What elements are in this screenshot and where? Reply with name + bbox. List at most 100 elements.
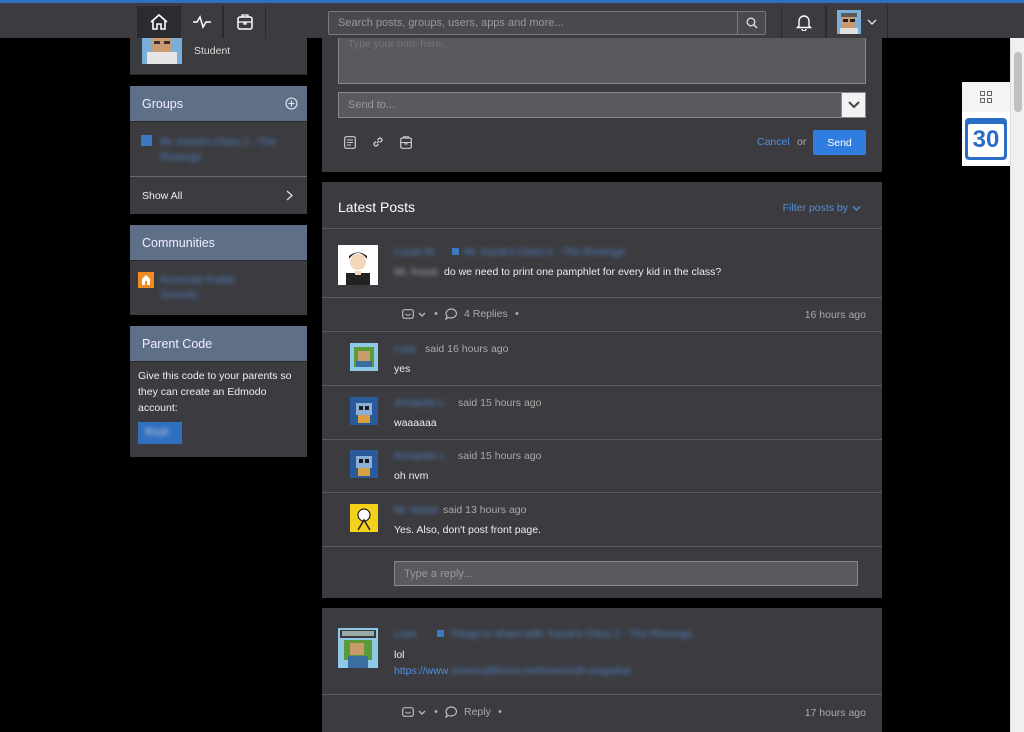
- calendar-date: 30: [972, 126, 1000, 153]
- avatar: [837, 10, 861, 34]
- post-author[interactable]: Liam: [394, 628, 417, 640]
- comment-icon: [445, 308, 458, 320]
- reply-text: Yes. Also, don't post front page.: [394, 524, 541, 536]
- library-icon[interactable]: [400, 136, 412, 149]
- show-all-label: Show All: [142, 190, 183, 202]
- post: Lucas M. Mr. Kazai's Class 2 - The Reven…: [322, 230, 882, 298]
- post-link[interactable]: https://www: [394, 665, 448, 677]
- top-navbar: [0, 0, 1024, 38]
- post-group-link[interactable]: Mr. Kazai's Class 2 - The Revenge: [464, 246, 625, 258]
- post-author[interactable]: Lucas M.: [394, 246, 437, 258]
- parent-code-text: Give this code to your parents so they c…: [138, 370, 292, 414]
- calendar-button[interactable]: 30: [965, 118, 1007, 160]
- latest-posts-panel: Latest Posts Filter posts by Lucas M. Mr…: [322, 182, 882, 732]
- profile-card: Student: [130, 38, 307, 75]
- reply-author[interactable]: Armando L.: [394, 450, 448, 462]
- school-icon: [138, 272, 154, 288]
- communities-title: Communities: [142, 235, 215, 250]
- reply-meta: said 15 hours ago: [458, 397, 542, 409]
- replies-button[interactable]: 4 Replies: [445, 308, 508, 320]
- reply-button[interactable]: Reply: [445, 706, 491, 718]
- filter-posts-dropdown[interactable]: Filter posts by: [783, 202, 861, 214]
- avatar: [338, 628, 378, 668]
- avatar: [350, 450, 378, 478]
- page-scrollbar[interactable]: [1010, 38, 1024, 732]
- reaction-icon[interactable]: [402, 707, 428, 719]
- send-to-input[interactable]: [338, 92, 842, 118]
- post-group-link[interactable]: Things to share with: Kazai's Class 2 - …: [449, 628, 692, 640]
- post-separator: [322, 598, 882, 608]
- note-composer: Cancel or Send: [322, 38, 882, 172]
- reply-meta: said 13 hours ago: [443, 504, 527, 516]
- send-button-label: Send: [827, 136, 852, 149]
- post: Liam Things to share with: Kazai's Class…: [322, 608, 882, 695]
- post-link-rest[interactable]: .minecraftforum.net/minecraft-snapshot: [448, 665, 631, 677]
- avatar: [338, 245, 378, 285]
- home-icon: [149, 13, 168, 30]
- search-icon: [746, 17, 758, 29]
- group-name: Mr. Kazai's Class 2 - The Revenge: [160, 136, 277, 163]
- post-time: 16 hours ago: [804, 309, 866, 321]
- parent-code-value: f8zpk: [145, 427, 169, 438]
- app-launcher-widget: 30: [962, 82, 1010, 166]
- feed-header: Latest Posts Filter posts by: [322, 182, 882, 229]
- separator-dot: •: [498, 706, 502, 718]
- post-time: 17 hours ago: [804, 707, 866, 719]
- reply: Armando L. said 15 hours ago waaaaaa: [322, 387, 882, 440]
- parent-code-panel: Parent Code Give this code to your paren…: [130, 326, 307, 457]
- groups-panel: Groups Mr. Kazai's Class 2 - The Revenge…: [130, 86, 307, 214]
- scrollbar-thumb[interactable]: [1014, 52, 1022, 112]
- avatar: [350, 343, 378, 371]
- post-action-bar: • 4 Replies • 16 hours ago: [322, 298, 882, 332]
- chevron-right-icon: [286, 190, 293, 201]
- reply-meta: said 16 hours ago: [425, 343, 509, 355]
- reply-input[interactable]: [394, 561, 858, 586]
- reply-text: yes: [394, 363, 411, 375]
- post-action-bar: • Reply • 17 hours ago: [322, 696, 882, 730]
- avatar: [350, 504, 378, 532]
- reply-meta: said 15 hours ago: [458, 450, 542, 462]
- send-button[interactable]: Send: [813, 130, 866, 155]
- backpack-button[interactable]: [223, 6, 266, 38]
- reply-text: waaaaaa: [394, 417, 437, 429]
- parent-code-button[interactable]: f8zpk: [138, 422, 182, 444]
- notifications-button[interactable]: [781, 6, 826, 38]
- reply-author[interactable]: Armando L.: [394, 397, 448, 409]
- separator-dot: •: [434, 308, 438, 320]
- separator-dot: •: [515, 308, 519, 320]
- communities-header: Communities: [130, 225, 307, 261]
- reply-author[interactable]: Mr. Kazai: [394, 504, 438, 516]
- chevron-down-icon: [867, 19, 877, 25]
- activity-button[interactable]: [180, 6, 223, 38]
- groups-header: Groups: [130, 86, 307, 122]
- or-label: or: [797, 136, 807, 148]
- groups-show-all[interactable]: Show All: [130, 176, 307, 214]
- reply-author[interactable]: Lucy: [394, 343, 416, 355]
- home-button[interactable]: [137, 6, 180, 38]
- avatar: [142, 38, 182, 64]
- note-textarea[interactable]: [338, 38, 866, 84]
- groups-title: Groups: [142, 96, 183, 111]
- add-group-icon[interactable]: [285, 97, 298, 110]
- reaction-icon[interactable]: [402, 309, 428, 321]
- group-item[interactable]: Mr. Kazai's Class 2 - The Revenge: [140, 133, 300, 167]
- reply-label: Reply: [464, 706, 491, 718]
- separator-dot: •: [434, 706, 438, 718]
- feed-title: Latest Posts: [338, 199, 416, 215]
- apps-grid-button[interactable]: [962, 82, 1010, 112]
- filter-label: Filter posts by: [782, 202, 848, 214]
- reply: Mr. Kazai said 13 hours ago Yes. Also, d…: [322, 494, 882, 547]
- chevron-down-icon: [852, 205, 861, 211]
- reply: Lucy said 16 hours ago yes: [322, 333, 882, 386]
- replies-label: 4 Replies: [464, 308, 508, 320]
- reply: Armando L. said 15 hours ago oh nvm: [322, 440, 882, 493]
- cancel-link[interactable]: Cancel: [757, 136, 790, 148]
- search-button[interactable]: [737, 12, 765, 34]
- link-icon[interactable]: [371, 135, 385, 149]
- search-input[interactable]: [329, 12, 737, 34]
- community-item[interactable]: Riverside Public Schools: [138, 271, 298, 305]
- reply-text: oh nvm: [394, 470, 429, 482]
- send-to-dropdown-button[interactable]: [841, 92, 866, 118]
- account-menu-button[interactable]: [826, 6, 888, 38]
- file-icon[interactable]: [344, 136, 356, 149]
